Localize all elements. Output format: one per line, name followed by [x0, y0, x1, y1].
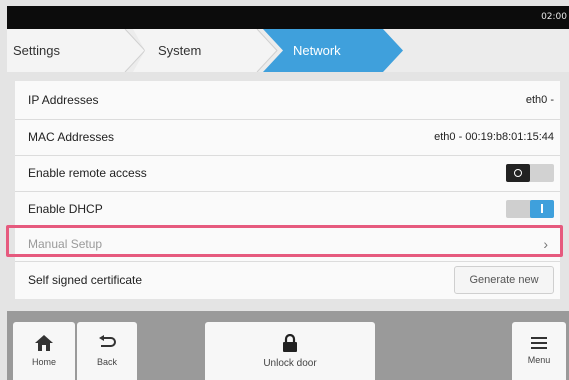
- ip-addresses-value: eth0 -: [525, 94, 554, 106]
- dhcp-toggle[interactable]: [506, 199, 554, 218]
- dhcp-label: Enable DHCP: [28, 201, 103, 216]
- certificate-label: Self signed certificate: [28, 273, 143, 287]
- breadcrumb-system[interactable]: System: [158, 29, 201, 72]
- remote-access-toggle[interactable]: [506, 164, 554, 182]
- back-icon: [99, 335, 116, 347]
- remote-access-label: Enable remote access: [28, 166, 147, 180]
- home-icon: [35, 335, 53, 351]
- toggle-off-knob-icon: [506, 164, 530, 182]
- breadcrumb-network[interactable]: Network: [293, 29, 341, 72]
- dhcp-row: Enable DHCP: [15, 191, 560, 227]
- mac-addresses-label: MAC Addresses: [28, 130, 115, 144]
- status-bar: 02:00: [7, 6, 569, 29]
- menu-button[interactable]: Menu: [512, 322, 566, 380]
- toggle-on-knob-icon: [530, 199, 554, 218]
- generate-new-button[interactable]: Generate new: [454, 266, 554, 294]
- breadcrumb: Settings System Network: [7, 29, 569, 72]
- manual-setup-label: Manual Setup: [28, 236, 103, 251]
- home-button[interactable]: Home: [13, 322, 75, 380]
- lock-icon: [283, 333, 297, 352]
- manual-setup-row[interactable]: Manual Setup ›: [15, 226, 560, 262]
- chevron-right-icon: ›: [543, 235, 548, 252]
- hamburger-menu-icon: [531, 337, 547, 349]
- back-label: Back: [96, 357, 117, 367]
- status-time: 02:00: [541, 12, 567, 22]
- bottom-toolbar: Home Back Unlock door Menu: [7, 311, 569, 380]
- ip-addresses-row: IP Addresses eth0 -: [15, 81, 560, 120]
- mac-addresses-value: eth0 - 00:19:b8:01:15:44: [434, 131, 554, 143]
- menu-label: Menu: [527, 355, 551, 365]
- certificate-row: Self signed certificate Generate new: [15, 261, 560, 299]
- back-button[interactable]: Back: [77, 322, 137, 380]
- network-settings-panel: IP Addresses eth0 - MAC Addresses eth0 -…: [15, 81, 560, 299]
- unlock-door-button[interactable]: Unlock door: [205, 322, 375, 380]
- mac-addresses-row: MAC Addresses eth0 - 00:19:b8:01:15:44: [15, 119, 560, 156]
- unlock-door-label: Unlock door: [263, 357, 317, 369]
- breadcrumb-settings[interactable]: Settings: [13, 29, 60, 72]
- home-label: Home: [31, 357, 56, 367]
- ip-addresses-label: IP Addresses: [28, 93, 99, 107]
- remote-access-row: Enable remote access: [15, 155, 560, 192]
